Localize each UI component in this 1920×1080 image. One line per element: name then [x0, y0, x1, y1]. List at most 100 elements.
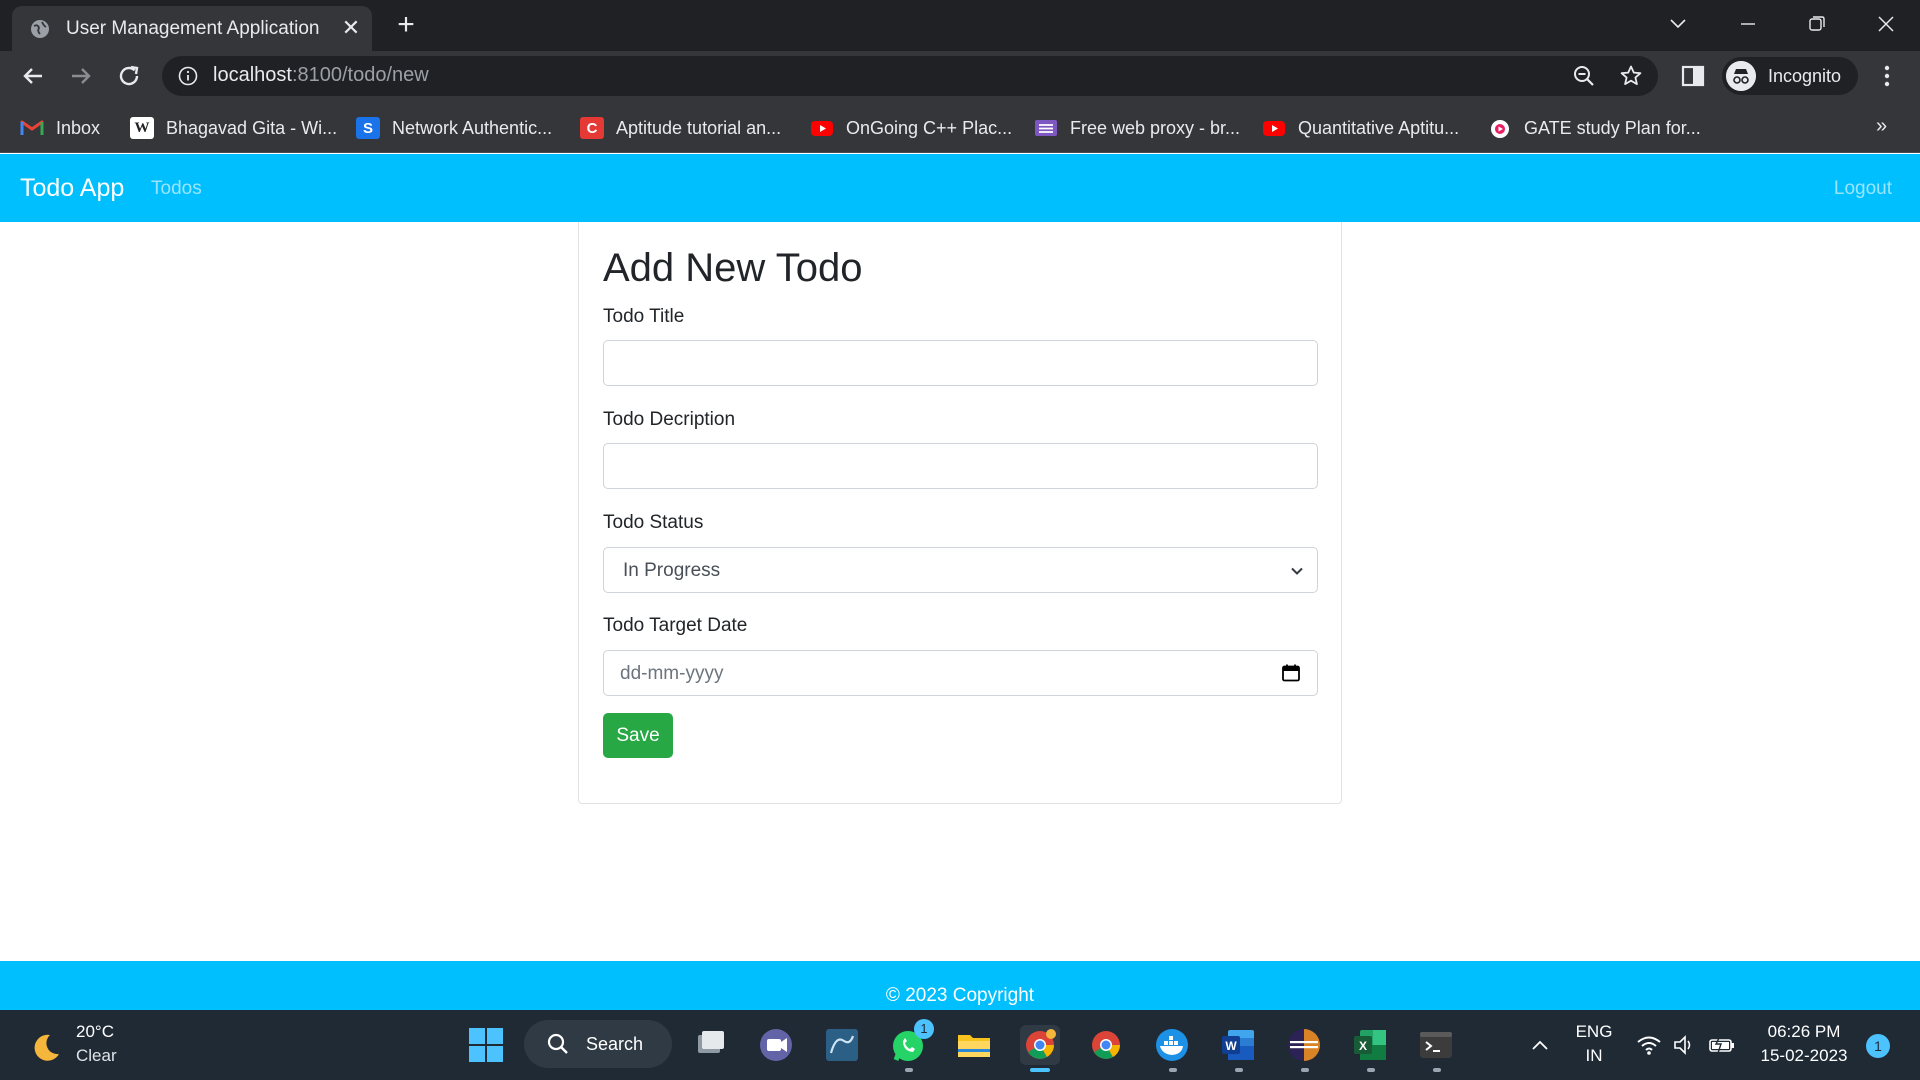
- copyright-text: © 2023 Copyright: [885, 985, 1035, 1006]
- chevron-down-icon: [1291, 567, 1303, 575]
- bookmark-quantitative-aptitude[interactable]: Quantitative Aptitu...: [1262, 115, 1459, 141]
- running-indicator: [1367, 1068, 1375, 1072]
- s-icon: S: [356, 117, 380, 139]
- save-button[interactable]: Save: [603, 713, 673, 758]
- browser-tab-active[interactable]: User Management Application ✕: [12, 6, 372, 51]
- bookmark-star-icon[interactable]: [1619, 64, 1643, 88]
- date-placeholder: dd-mm-yyyy: [620, 663, 724, 684]
- running-indicator: [1301, 1068, 1309, 1072]
- calendar-icon[interactable]: [1281, 663, 1301, 683]
- restore-icon[interactable]: [1796, 8, 1836, 40]
- forward-arrow-icon[interactable]: [66, 61, 96, 91]
- bookmark-bhagavad-gita[interactable]: W Bhagavad Gita - Wi...: [130, 115, 337, 141]
- globe-icon: [31, 20, 49, 38]
- incognito-profile-button[interactable]: Incognito: [1722, 57, 1858, 95]
- bookmark-inbox[interactable]: Inbox: [20, 115, 100, 141]
- bookmark-ongoing-cpp[interactable]: OnGoing C++ Plac...: [810, 115, 1012, 141]
- wifi-icon[interactable]: [1636, 1034, 1662, 1056]
- bookmark-label: Bhagavad Gita - Wi...: [166, 117, 338, 138]
- terminal-icon[interactable]: [1416, 1025, 1456, 1065]
- language-code: ENG: [1575, 1022, 1613, 1041]
- app-brand[interactable]: Todo App: [20, 174, 124, 203]
- bookmark-label: OnGoing C++ Plac...: [846, 117, 1013, 138]
- mysql-workbench-icon[interactable]: [822, 1025, 862, 1065]
- excel-icon[interactable]: X: [1350, 1025, 1390, 1065]
- search-icon: [547, 1033, 568, 1054]
- running-indicator: [1235, 1068, 1243, 1072]
- todo-description-input[interactable]: [603, 443, 1318, 489]
- bookmark-label: Inbox: [56, 117, 101, 138]
- youtube-icon: [811, 121, 833, 136]
- bookmark-free-web-proxy[interactable]: Free web proxy - br...: [1034, 115, 1240, 141]
- proxy-icon: [1035, 120, 1057, 136]
- url-text: localhost:8100/todo/new: [213, 64, 429, 87]
- todo-target-date-label: Todo Target Date: [603, 615, 748, 636]
- url-path: :8100/todo/new: [291, 64, 429, 86]
- task-view-icon[interactable]: [690, 1025, 730, 1065]
- battery-icon[interactable]: [1708, 1034, 1736, 1056]
- whatsapp-badge: 1: [914, 1019, 934, 1039]
- address-bar[interactable]: localhost:8100/todo/new: [162, 56, 1658, 96]
- todo-title-input[interactable]: [603, 340, 1318, 386]
- site-info-icon[interactable]: [178, 66, 198, 86]
- bookmark-label: Aptitude tutorial an...: [616, 117, 782, 138]
- clock[interactable]: 06:26 PM 15-02-2023: [1752, 1022, 1856, 1066]
- bookmark-label: Quantitative Aptitu...: [1298, 117, 1460, 138]
- tab-title: User Management Application: [66, 18, 320, 39]
- incognito-label: Incognito: [1768, 66, 1842, 86]
- chrome-icon[interactable]: [1086, 1025, 1126, 1065]
- logout-link[interactable]: Logout: [1834, 178, 1892, 200]
- url-host: localhost: [213, 64, 292, 86]
- notification-badge[interactable]: 1: [1866, 1034, 1890, 1058]
- close-tab-icon[interactable]: ✕: [338, 14, 364, 42]
- youtube-icon: [1263, 121, 1285, 136]
- nav-link-todos[interactable]: Todos: [151, 178, 202, 200]
- bookmark-label: Free web proxy - br...: [1070, 117, 1241, 138]
- todo-target-date-input[interactable]: dd-mm-yyyy: [603, 650, 1318, 696]
- volume-icon[interactable]: [1672, 1034, 1696, 1056]
- docker-icon[interactable]: [1152, 1025, 1192, 1065]
- bookmark-gate-study-plan[interactable]: GATE study Plan for...: [1488, 115, 1701, 141]
- bookmark-aptitude-tutorial[interactable]: C Aptitude tutorial an...: [580, 115, 781, 141]
- wikipedia-icon: W: [130, 117, 154, 139]
- eclipse-icon[interactable]: [1284, 1025, 1324, 1065]
- web-page: Todo App Todos Logout Add New Todo Todo …: [0, 154, 1920, 1010]
- app-navbar: Todo App Todos Logout: [0, 154, 1920, 222]
- gmail-icon: [20, 120, 44, 135]
- side-panel-icon[interactable]: [1678, 61, 1708, 91]
- close-window-icon[interactable]: [1866, 8, 1906, 40]
- bookmark-label: Network Authentic...: [392, 117, 553, 138]
- taskbar-search[interactable]: Search: [524, 1020, 672, 1068]
- weather-condition[interactable]: Clear: [76, 1046, 117, 1066]
- more-bookmarks-button[interactable]: »: [1876, 115, 1887, 138]
- running-indicator: [1433, 1068, 1441, 1072]
- whatsapp-app[interactable]: 1: [888, 1019, 934, 1065]
- todo-status-select[interactable]: In Progress: [603, 547, 1318, 593]
- chrome-canary-icon[interactable]: [1020, 1025, 1060, 1065]
- running-indicator: [1169, 1068, 1177, 1072]
- browser-tab-bar: User Management Application ✕ +: [0, 0, 1920, 51]
- back-arrow-icon[interactable]: [18, 61, 48, 91]
- svg-text:W: W: [1225, 1039, 1237, 1053]
- todo-form-card: Add New Todo Todo Title Todo Decription …: [578, 222, 1342, 804]
- kebab-menu-icon[interactable]: [1872, 61, 1902, 91]
- language-indicator[interactable]: ENG IN: [1572, 1022, 1616, 1066]
- bookmark-network-auth[interactable]: S Network Authentic...: [356, 115, 552, 141]
- todo-status-label: Todo Status: [603, 512, 704, 533]
- word-icon[interactable]: W: [1218, 1025, 1258, 1065]
- chevron-up-icon[interactable]: [1530, 1036, 1550, 1056]
- file-explorer-icon[interactable]: [954, 1025, 994, 1065]
- region-code: IN: [1585, 1046, 1603, 1065]
- weather-temperature[interactable]: 20°C: [76, 1022, 114, 1042]
- minimize-icon[interactable]: [1728, 8, 1768, 40]
- zoom-icon[interactable]: [1572, 64, 1596, 88]
- search-label: Search: [586, 1034, 644, 1054]
- teams-chat-icon[interactable]: [756, 1025, 796, 1065]
- windows-start-icon[interactable]: [466, 1025, 506, 1065]
- tab-search-icon[interactable]: [1658, 8, 1698, 40]
- reload-icon[interactable]: [114, 61, 144, 91]
- bookmarks-bar: Inbox W Bhagavad Gita - Wi... S Network …: [0, 101, 1920, 153]
- page-footer: © 2023 Copyright: [0, 961, 1920, 1010]
- new-tab-button[interactable]: +: [390, 10, 422, 42]
- moon-icon[interactable]: [28, 1030, 64, 1066]
